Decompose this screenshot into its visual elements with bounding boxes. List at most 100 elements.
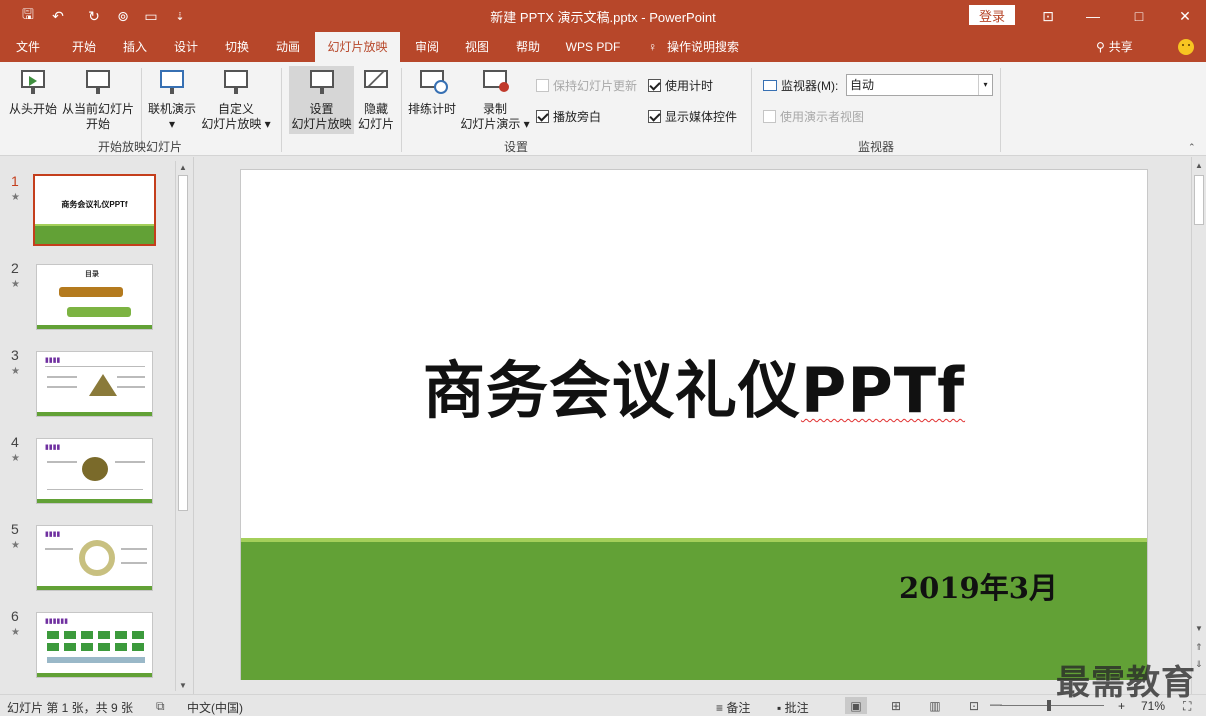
tab-help[interactable]: 帮助 <box>506 32 550 62</box>
online-present-button[interactable]: 联机演示 ▾ <box>144 68 200 132</box>
spelling-icon[interactable]: ⧉ <box>156 699 165 714</box>
share-button[interactable]: ⚲ 共享 <box>1096 32 1133 62</box>
scroll-down-icon[interactable]: ▼ <box>179 681 187 690</box>
tab-slideshow[interactable]: 幻灯片放映 <box>315 32 400 62</box>
checkbox-box <box>536 79 549 92</box>
thumb-line <box>121 548 147 550</box>
thumb-number: 6 <box>11 608 19 624</box>
record-slideshow-button[interactable]: 录制 幻灯片演示 ▾ <box>458 68 532 132</box>
share-label: 共享 <box>1108 40 1133 54</box>
use-timings-checkbox[interactable]: 使用计时 <box>648 77 713 94</box>
zoom-out-button[interactable]: — <box>990 697 1002 711</box>
comments-button[interactable]: ▪ 批注 <box>777 699 809 716</box>
present-from-start-icon[interactable]: ⊚ <box>113 6 133 26</box>
record-icon <box>479 68 511 98</box>
zoom-slider-handle[interactable] <box>1047 700 1051 711</box>
custom-show-label-1: 自定义 <box>217 102 254 116</box>
tab-review[interactable]: 审阅 <box>405 32 449 62</box>
tab-animations[interactable]: 动画 <box>266 32 310 62</box>
scroll-up-icon[interactable]: ▲ <box>179 163 187 172</box>
minimize-button[interactable]: — <box>1070 0 1116 32</box>
ribbon-separator <box>751 68 752 152</box>
hide-slide-icon <box>360 68 392 98</box>
scrollbar-thumb[interactable] <box>1194 175 1204 225</box>
hide-slide-button[interactable]: 隐藏 幻灯片 <box>356 68 396 132</box>
slide-green-band: 2019年3月 <box>241 538 1147 680</box>
save-icon[interactable]: 🖫 <box>18 6 38 26</box>
thumbnails-scrollbar[interactable]: ▲ ▼ <box>175 161 190 691</box>
scroll-down-icon[interactable]: ▼ <box>1195 624 1203 633</box>
redo-icon[interactable]: ↻ <box>84 6 104 26</box>
animation-star-icon: ★ <box>11 627 20 638</box>
previous-slide-icon[interactable]: ⇑ <box>1195 642 1203 653</box>
thumb-shape <box>89 374 117 396</box>
from-beginning-button[interactable]: 从头开始 <box>6 68 60 117</box>
new-file-icon[interactable]: ▭ <box>141 6 161 26</box>
zoom-slider[interactable] <box>1000 705 1104 706</box>
reading-view-icon[interactable]: ▥ <box>924 697 946 714</box>
custom-show-icon <box>220 68 252 98</box>
normal-view-icon[interactable]: ▣ <box>845 697 867 714</box>
slide-thumbnail-1[interactable]: 商务会议礼仪PPTf <box>33 174 156 246</box>
thumb-line <box>117 386 145 388</box>
from-current-button[interactable]: 从当前幻灯片 开始 <box>60 68 136 132</box>
thumb-number: 4 <box>11 434 19 450</box>
tell-me-search[interactable]: ♀ 操作说明搜索 <box>648 32 739 62</box>
undo-icon[interactable]: ↶ <box>48 6 68 26</box>
monitor-select[interactable]: 自动 ▾ <box>846 74 993 96</box>
slide-thumbnail-2[interactable]: 目录 <box>36 264 153 330</box>
scrollbar-thumb[interactable] <box>178 175 188 511</box>
slide-thumbnail-5[interactable]: ▮▮▮▮ <box>36 525 153 591</box>
slideshow-view-icon[interactable]: ⊡ <box>963 697 985 714</box>
monitor-group-label: 监视器 <box>857 140 894 154</box>
thumb-green-bar <box>37 325 152 329</box>
tab-view[interactable]: 视图 <box>455 32 499 62</box>
ribbon-display-icon[interactable]: ⊡ <box>1025 0 1071 32</box>
language[interactable]: 中文(中国) <box>187 699 243 716</box>
record-label-1: 录制 <box>482 102 507 116</box>
thumb-shape <box>47 631 145 639</box>
next-slide-icon[interactable]: ⇓ <box>1195 659 1203 670</box>
lightbulb-icon: ♀ <box>648 40 657 54</box>
checkbox-box <box>648 110 661 123</box>
show-media-controls-checkbox[interactable]: 显示媒体控件 <box>648 108 737 125</box>
rehearse-timings-button[interactable]: 排练计时 <box>404 68 460 117</box>
notes-button[interactable]: ≡ 备注 <box>716 699 750 716</box>
tab-design[interactable]: 设计 <box>164 32 208 62</box>
setup-show-label-2: 幻灯片放映 <box>291 117 352 131</box>
setup-show-button[interactable]: 设置 幻灯片放映 <box>289 66 354 134</box>
monitor-label-text: 监视器(M): <box>781 79 839 93</box>
login-button[interactable]: 登录 <box>969 5 1015 25</box>
tab-wps-pdf[interactable]: WPS PDF <box>560 32 626 62</box>
slide-title-main: 商务会议礼仪 <box>422 354 801 427</box>
tab-file[interactable]: 文件 <box>6 32 50 62</box>
slide-title[interactable]: 商务会议礼仪PPTf <box>241 340 1147 430</box>
thumb-line <box>47 461 77 463</box>
ribbon-separator <box>401 68 402 152</box>
restore-button[interactable]: □ <box>1116 0 1162 32</box>
custom-show-button[interactable]: 自定义 幻灯片放映 ▾ <box>200 68 272 132</box>
tab-home[interactable]: 开始 <box>62 32 106 62</box>
tab-transitions[interactable]: 切换 <box>215 32 259 62</box>
slide-scrollbar[interactable]: ▲ ▼ ⇑ ⇓ <box>1191 157 1206 694</box>
animation-star-icon: ★ <box>11 279 20 290</box>
scroll-up-icon[interactable]: ▲ <box>1195 161 1203 170</box>
keep-updated-checkbox[interactable]: 保持幻灯片更新 <box>536 77 637 94</box>
customize-qat-icon[interactable]: ⇣ <box>170 6 190 26</box>
close-button[interactable]: ✕ <box>1162 0 1206 32</box>
collapse-ribbon-icon[interactable]: ⌃ <box>1188 142 1196 153</box>
slide-thumbnail-3[interactable]: ▮▮▮▮ <box>36 351 153 417</box>
slide-thumbnail-4[interactable]: ▮▮▮▮ <box>36 438 153 504</box>
play-narrations-checkbox[interactable]: 播放旁白 <box>536 108 601 125</box>
slide-thumbnail-6[interactable]: ▮▮▮▮▮▮ <box>36 612 153 678</box>
hide-slide-label-2: 幻灯片 <box>357 117 394 131</box>
animation-star-icon: ★ <box>11 540 20 551</box>
smiley-feedback-icon[interactable] <box>1178 39 1194 55</box>
slide-date[interactable]: 2019年3月 <box>899 565 1058 607</box>
current-slide[interactable]: 商务会议礼仪PPTf 2019年3月 <box>240 169 1148 680</box>
tab-insert[interactable]: 插入 <box>113 32 157 62</box>
thumb-line <box>115 461 145 463</box>
presenter-view-checkbox[interactable]: 使用演示者视图 <box>763 108 864 125</box>
slide-sorter-icon[interactable]: ⊞ <box>885 697 907 714</box>
ribbon-separator <box>1000 68 1001 152</box>
